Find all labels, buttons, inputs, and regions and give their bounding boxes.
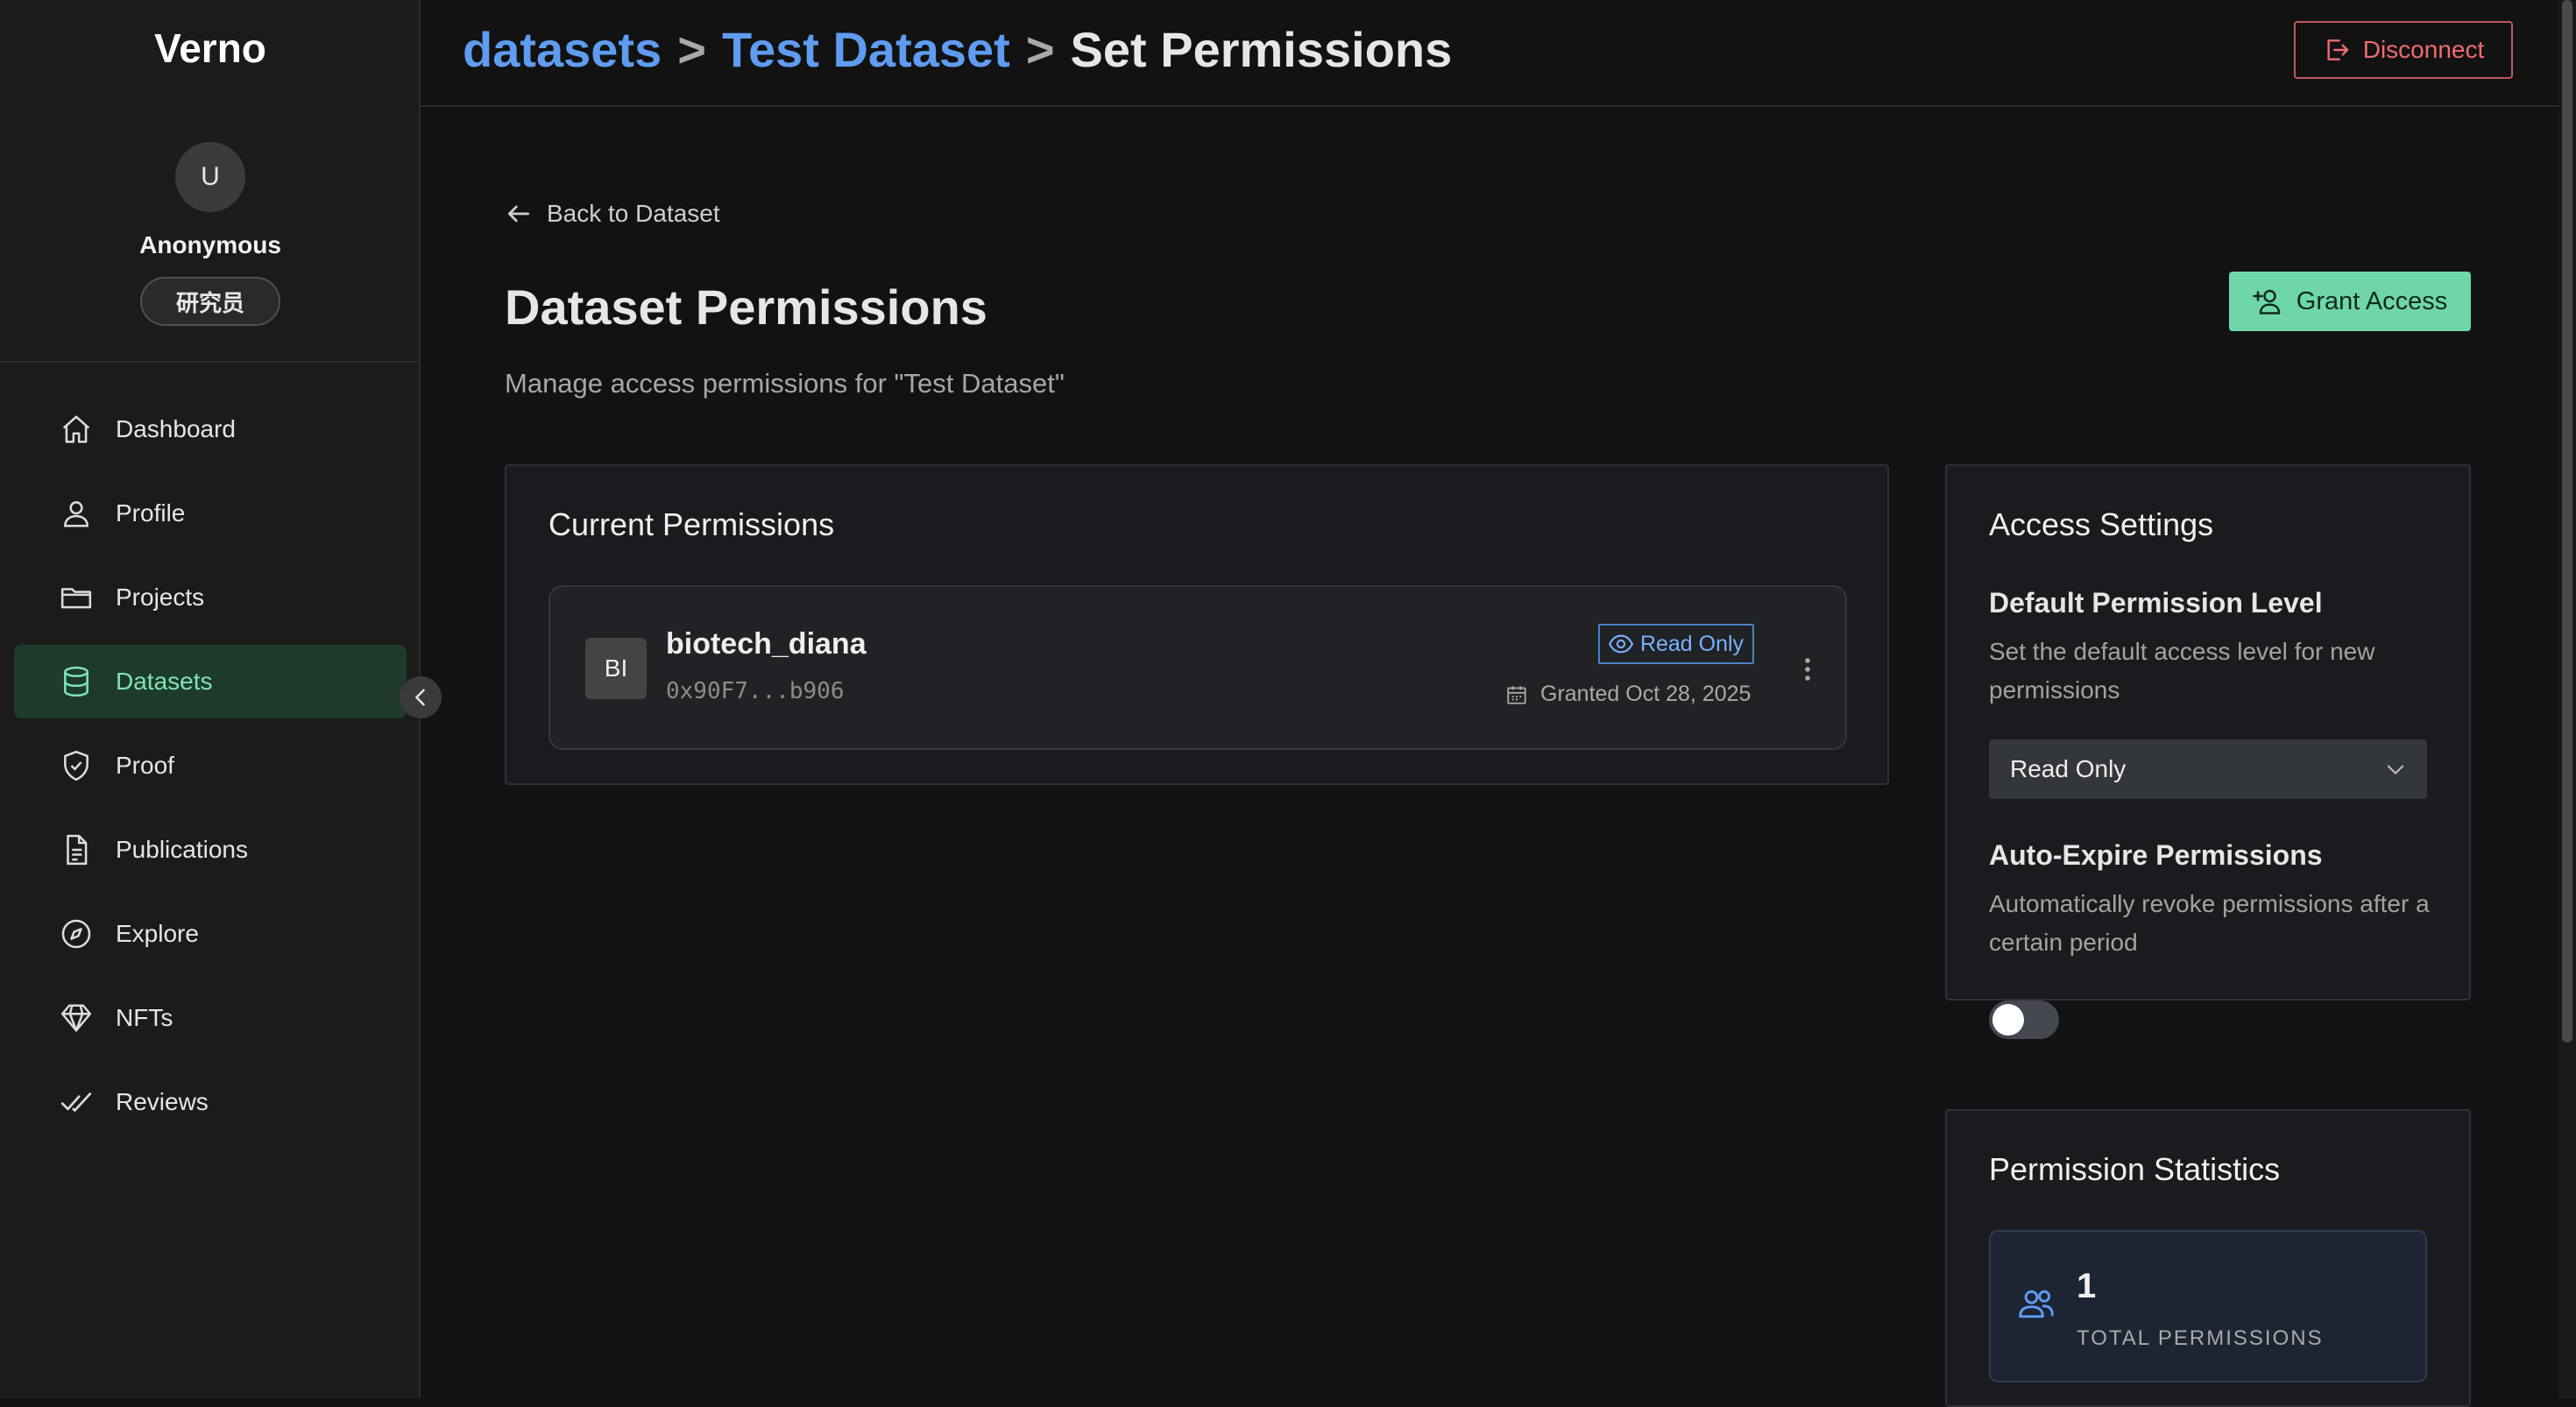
breadcrumb-current: Set Permissions (1070, 22, 1453, 77)
sidebar-item-label: Reviews (116, 1088, 209, 1115)
sidebar-item-label: Proof (116, 752, 174, 779)
folder-icon (60, 581, 93, 614)
arrow-left-icon (508, 205, 529, 223)
sidebar-divider (0, 361, 421, 363)
shield-check-icon (60, 749, 93, 782)
diamond-icon (60, 1001, 93, 1035)
users-icon (2019, 1290, 2054, 1319)
breadcrumb-separator: > (1025, 22, 1055, 77)
auto-expire-description: Automatically revoke permissions after a… (1989, 890, 2430, 956)
stat-label: TOTAL PERMISSIONS (2077, 1326, 2324, 1350)
main-content: Back to Dataset Dataset Permissions Mana… (421, 107, 2558, 1407)
permission-statistics-card: Permission Statistics 1 TOTAL PERMISSION… (1945, 1109, 2471, 1407)
user-name: Anonymous (139, 231, 281, 258)
disconnect-button[interactable]: Disconnect (2294, 21, 2513, 79)
avatar[interactable]: U (175, 142, 245, 212)
permission-level-label: Read Only (1639, 631, 1744, 656)
sidebar-item-label: Dashboard (116, 415, 236, 442)
card-title: Access Settings (1989, 506, 2214, 542)
stat-value: 1 (2077, 1267, 2097, 1305)
permission-level-badge: Read Only (1598, 624, 1754, 664)
kebab-menu-icon (1805, 658, 1810, 681)
sidebar-item-profile[interactable]: Profile (14, 477, 407, 550)
double-check-icon (60, 1085, 93, 1119)
breadcrumb-datasets[interactable]: datasets (463, 21, 662, 78)
back-label: Back to Dataset (547, 200, 720, 227)
top-header: datasets > Test Dataset > Set Permission… (421, 0, 2558, 107)
scrollbar-thumb[interactable] (2562, 0, 2572, 1043)
current-permissions-card: Current Permissions BI biotech_diana 0x9… (505, 464, 1889, 785)
permission-address: 0x90F7...b906 (666, 678, 845, 704)
sidebar-item-proof[interactable]: Proof (14, 729, 407, 802)
breadcrumb: datasets > Test Dataset > Set Permission… (463, 21, 1452, 78)
sidebar-item-label: Publications (116, 836, 248, 863)
permission-granted-date: Granted Oct 28, 2025 (1505, 682, 1751, 707)
sidebar-item-datasets[interactable]: Datasets (14, 645, 407, 718)
granted-label: Granted Oct 28, 2025 (1540, 682, 1752, 706)
disconnect-label: Disconnect (2362, 36, 2485, 63)
sidebar-item-projects[interactable]: Projects (14, 561, 407, 634)
back-to-dataset-link[interactable]: Back to Dataset (505, 200, 720, 228)
auto-expire-heading: Auto-Expire Permissions (1989, 839, 2323, 871)
brand-logo[interactable]: Verno (0, 25, 421, 72)
role-badge: 研究员 (140, 277, 280, 326)
default-permission-description: Set the default access level for new per… (1989, 638, 2375, 704)
sidebar-item-dashboard[interactable]: Dashboard (14, 392, 407, 466)
sidebar-item-publications[interactable]: Publications (14, 813, 407, 887)
permission-row[interactable]: BI biotech_diana 0x90F7...b906 Read Only… (548, 585, 1847, 750)
compass-icon (60, 917, 93, 951)
sidebar-item-label: Projects (116, 583, 205, 611)
user-icon (60, 497, 93, 530)
total-permissions-stat: 1 TOTAL PERMISSIONS (1989, 1230, 2427, 1382)
card-title: Permission Statistics (1989, 1151, 2281, 1187)
sidebar-item-nfts[interactable]: NFTs (14, 981, 407, 1055)
calendar-icon (1507, 685, 1526, 704)
breadcrumb-separator: > (677, 22, 706, 77)
card-title: Current Permissions (548, 506, 835, 542)
select-value: Read Only (2010, 755, 2127, 782)
grant-access-button[interactable]: Grant Access (2229, 272, 2471, 331)
breadcrumb-test-dataset[interactable]: Test Dataset (722, 21, 1010, 78)
sidebar-item-label: Datasets (116, 668, 213, 695)
toggle-knob (1992, 1004, 2024, 1036)
auto-expire-toggle[interactable] (1989, 1000, 2059, 1039)
sidebar-item-label: NFTs (116, 1004, 173, 1031)
user-plus-icon (2252, 289, 2281, 315)
access-settings-card: Access Settings Default Permission Level… (1945, 464, 2471, 1039)
database-icon (60, 665, 93, 698)
avatar: BI (585, 638, 647, 699)
page-scrollbar[interactable] (2558, 0, 2576, 1398)
logout-icon (2327, 39, 2348, 60)
eye-icon (1608, 634, 1633, 654)
sidebar-item-reviews[interactable]: Reviews (14, 1065, 407, 1139)
grant-access-label: Grant Access (2296, 286, 2448, 315)
default-permission-heading: Default Permission Level (1989, 587, 2323, 619)
default-permission-select[interactable]: Read Only (1989, 739, 2427, 799)
page-subtitle: Manage access permissions for "Test Data… (505, 368, 1065, 399)
sidebar-item-label: Explore (116, 920, 199, 947)
sidebar-item-label: Profile (116, 499, 186, 527)
page-title: Dataset Permissions (505, 279, 987, 335)
document-icon (60, 833, 93, 866)
sidebar: Verno U Anonymous 研究员 Dashboard Profile … (0, 0, 421, 1398)
more-options-button[interactable] (1794, 645, 1821, 694)
chevron-down-icon (2387, 765, 2404, 774)
home-icon (60, 413, 93, 446)
sidebar-item-explore[interactable]: Explore (14, 897, 407, 971)
permission-username: biotech_diana (666, 627, 867, 661)
